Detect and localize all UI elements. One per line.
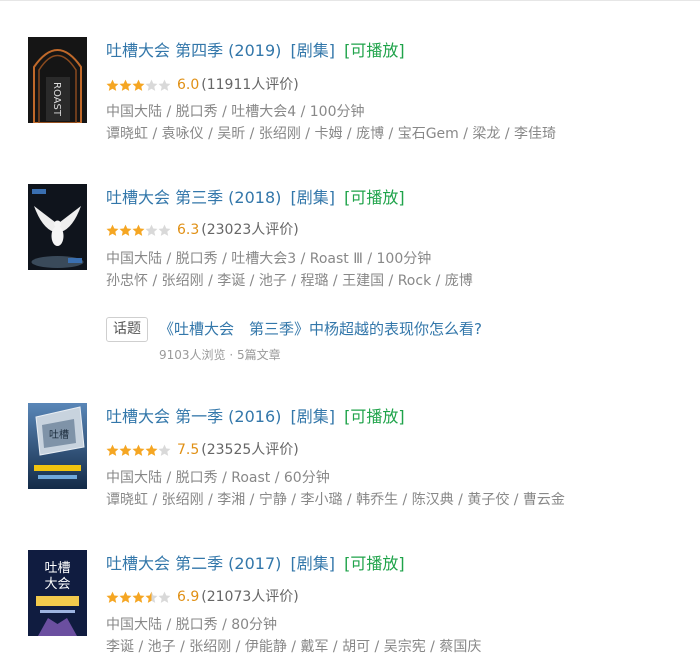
poster-image[interactable]	[28, 184, 87, 270]
star-icon	[119, 79, 132, 91]
topic-title-link[interactable]: 《吐槽大会 第三季》中杨超越的表现你怎么看?	[159, 319, 482, 339]
star-icon	[119, 591, 132, 603]
star-icon	[132, 444, 145, 456]
result-title-link[interactable]: 吐槽大会 第一季 (2016)	[106, 407, 281, 426]
tag-play-link[interactable]: [可播放]	[344, 554, 405, 573]
rating-line: 7.5 (23525人评价)	[106, 441, 299, 459]
svg-text:大会: 大会	[44, 577, 70, 592]
result-title-line: 吐槽大会 第一季 (2016) [剧集] [可播放]	[106, 407, 696, 427]
result-cast: 孙忠怀 / 张绍刚 / 李诞 / 池子 / 程璐 / 王建国 / Rock / …	[106, 273, 473, 289]
star-icon	[132, 79, 145, 91]
result-title-link[interactable]: 吐槽大会 第四季 (2019)	[106, 41, 281, 60]
rating-score: 7.5	[177, 442, 200, 458]
star-icon	[106, 444, 119, 456]
star-icon	[106, 591, 119, 603]
star-icon	[119, 224, 132, 236]
tag-series-link[interactable]: [剧集]	[290, 41, 335, 60]
result-title-link[interactable]: 吐槽大会 第三季 (2018)	[106, 188, 281, 207]
poster-image[interactable]: 吐槽 大会	[28, 550, 87, 636]
rating-stars	[106, 444, 171, 457]
star-icon	[106, 79, 119, 91]
tag-series-link[interactable]: [剧集]	[290, 554, 335, 573]
svg-text:吐槽: 吐槽	[44, 561, 70, 576]
star-icon	[158, 591, 171, 603]
rating-count: (23525人评价)	[201, 442, 299, 458]
rating-score: 6.9	[177, 589, 200, 605]
star-icon	[145, 591, 158, 603]
result-meta: 中国大陆 / 脱口秀 / 吐槽大会4 / 100分钟	[106, 104, 365, 120]
tag-play-link[interactable]: [可播放]	[344, 41, 405, 60]
rating-stars	[106, 591, 171, 604]
star-icon	[132, 224, 145, 236]
topic-badge: 话题	[106, 317, 148, 342]
star-icon	[145, 224, 158, 236]
result-meta: 中国大陆 / 脱口秀 / 吐槽大会3 / Roast Ⅲ / 100分钟	[106, 251, 432, 267]
rating-count: (23023人评价)	[201, 222, 299, 238]
star-icon	[119, 444, 132, 456]
poster-image[interactable]: ROAST	[28, 37, 87, 123]
star-icon	[106, 224, 119, 236]
rating-count: (21073人评价)	[201, 589, 299, 605]
result-cast: 谭晓虹 / 张绍刚 / 李湘 / 宁静 / 李小璐 / 韩乔生 / 陈汉典 / …	[106, 492, 565, 508]
rating-stars	[106, 224, 171, 237]
svg-text:吐槽: 吐槽	[49, 428, 69, 441]
rating-line: 6.9 (21073人评价)	[106, 588, 299, 606]
rating-line: 6.0 (11911人评价)	[106, 76, 299, 94]
result-title-line: 吐槽大会 第三季 (2018) [剧集] [可播放]	[106, 188, 696, 208]
star-icon	[158, 79, 171, 91]
search-results-page: ROAST 吐槽大会 第四季 (2019) [剧集] [可播放] 6.0 (11…	[0, 0, 700, 667]
poster-image[interactable]: 吐槽	[28, 403, 87, 489]
star-icon	[158, 224, 171, 236]
star-icon	[158, 444, 171, 456]
rating-score: 6.3	[177, 222, 200, 238]
result-title-link[interactable]: 吐槽大会 第二季 (2017)	[106, 554, 281, 573]
rating-count: (11911人评价)	[201, 77, 299, 93]
result-cast: 李诞 / 池子 / 张绍刚 / 伊能静 / 戴军 / 胡可 / 吴宗宪 / 蔡国…	[106, 639, 482, 655]
star-icon	[145, 79, 158, 91]
topic-block: 话题 《吐槽大会 第三季》中杨超越的表现你怎么看? 9103人浏览 · 5篇文章	[106, 317, 696, 367]
tag-series-link[interactable]: [剧集]	[290, 407, 335, 426]
svg-text:ROAST: ROAST	[51, 82, 62, 117]
tag-series-link[interactable]: [剧集]	[290, 188, 335, 207]
result-title-line: 吐槽大会 第二季 (2017) [剧集] [可播放]	[106, 554, 696, 574]
star-icon	[145, 444, 158, 456]
tag-play-link[interactable]: [可播放]	[344, 407, 405, 426]
result-meta: 中国大陆 / 脱口秀 / 80分钟	[106, 617, 278, 633]
topic-stats: 9103人浏览 · 5篇文章	[159, 348, 281, 362]
star-icon	[132, 591, 145, 603]
rating-stars	[106, 79, 171, 92]
result-title-line: 吐槽大会 第四季 (2019) [剧集] [可播放]	[106, 41, 696, 61]
result-meta: 中国大陆 / 脱口秀 / Roast / 60分钟	[106, 470, 330, 486]
rating-score: 6.0	[177, 77, 200, 93]
result-cast: 谭晓虹 / 袁咏仪 / 吴昕 / 张绍刚 / 卡姆 / 庞博 / 宝石Gem /…	[106, 126, 557, 142]
tag-play-link[interactable]: [可播放]	[344, 188, 405, 207]
rating-line: 6.3 (23023人评价)	[106, 221, 299, 239]
